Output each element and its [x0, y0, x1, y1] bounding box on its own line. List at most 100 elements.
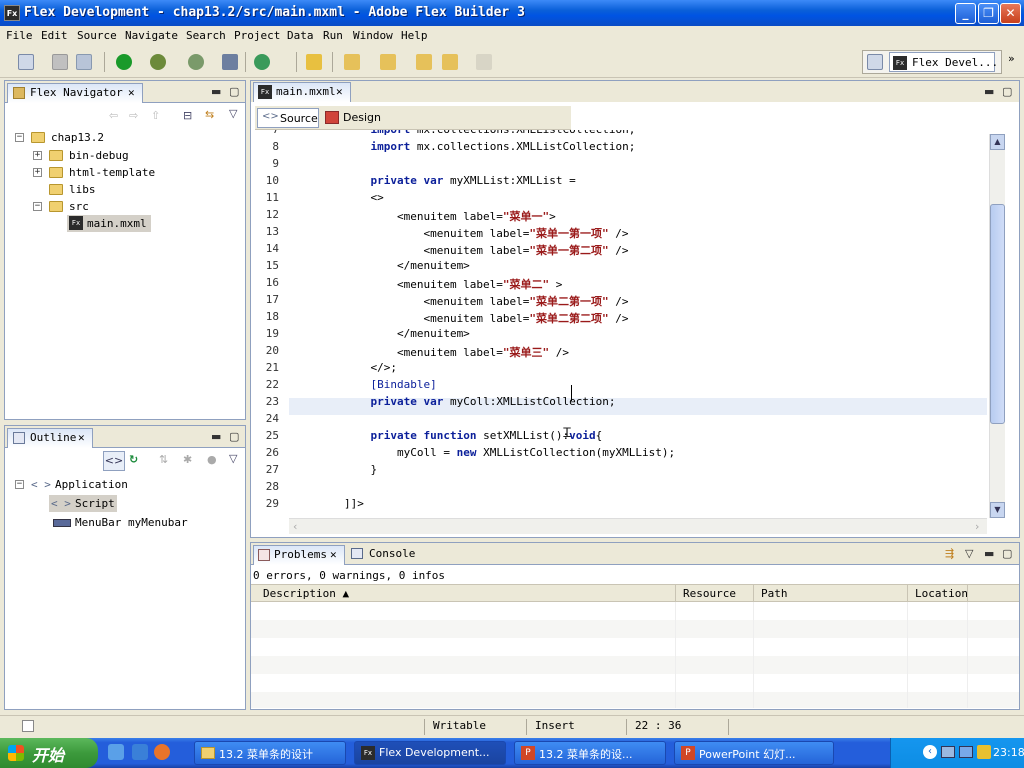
task-flex-development[interactable]: Fx Flex Development...: [354, 741, 506, 765]
code-line[interactable]: 27 }: [251, 462, 987, 479]
more-perspectives-icon[interactable]: »: [1008, 52, 1015, 65]
outline-item-application[interactable]: − < > Application: [5, 476, 245, 494]
close-tab-icon[interactable]: ✕: [336, 85, 343, 98]
menu-run[interactable]: Run: [323, 29, 343, 42]
back-icon[interactable]: [442, 54, 458, 70]
profile-icon[interactable]: [188, 54, 204, 70]
previous-annotation-icon[interactable]: [380, 54, 396, 70]
close-button[interactable]: ✕: [1000, 3, 1021, 24]
menu-source[interactable]: Source: [77, 29, 117, 42]
maximize-panel-icon[interactable]: ▢: [1002, 547, 1012, 560]
close-tab-icon[interactable]: ✕: [128, 86, 135, 99]
external-tools-icon[interactable]: [222, 54, 238, 70]
scroll-up-icon[interactable]: ▲: [990, 134, 1005, 150]
security-shield-icon[interactable]: [977, 745, 991, 759]
filter-problems-icon[interactable]: ⇶: [945, 547, 954, 560]
filter-icon[interactable]: ●: [207, 453, 217, 466]
perspective-flex-development[interactable]: Fx Flex Devel...: [889, 52, 998, 72]
maximize-panel-icon[interactable]: ▢: [229, 430, 239, 443]
code-line[interactable]: 28: [251, 479, 987, 496]
code-line[interactable]: 23 private var myColl:XMLListCollection;: [251, 394, 987, 411]
collapse-all-icon[interactable]: ⊟: [183, 109, 192, 122]
vertical-scrollbar[interactable]: ▲ ▼: [989, 134, 1005, 518]
collapse-icon[interactable]: −: [15, 480, 24, 489]
save-icon[interactable]: [52, 54, 68, 70]
restore-button[interactable]: ❐: [978, 3, 999, 24]
title-bar[interactable]: Fx Flex Development - chap13.2/src/main.…: [0, 0, 1024, 26]
code-line[interactable]: 21 </>;: [251, 360, 987, 377]
menu-help[interactable]: Help: [401, 29, 428, 42]
menu-data[interactable]: Data: [287, 29, 314, 42]
menu-edit[interactable]: Edit: [41, 29, 68, 42]
tree-item-libs[interactable]: libs: [5, 181, 245, 199]
code-line[interactable]: 12 <menuitem label="菜单一">: [251, 207, 987, 224]
up-nav-icon[interactable]: ⇧: [151, 109, 160, 122]
code-line[interactable]: 7 import mx.collections.XMLListCollectio…: [251, 130, 987, 139]
column-header-description[interactable]: Description ▲: [263, 587, 349, 600]
tab-console[interactable]: Console: [349, 547, 415, 560]
expand-icon[interactable]: +: [33, 168, 42, 177]
code-line[interactable]: 19 </menuitem>: [251, 326, 987, 343]
code-line[interactable]: 8 import mx.collections.XMLListCollectio…: [251, 139, 987, 156]
maximize-editor-icon[interactable]: ▢: [1002, 85, 1012, 98]
link-editor-icon[interactable]: ⇆: [205, 108, 214, 121]
tree-item-project[interactable]: − chap13.2: [5, 129, 245, 147]
next-annotation-icon[interactable]: [344, 54, 360, 70]
debug-icon[interactable]: [150, 54, 166, 70]
minimize-panel-icon[interactable]: ▬: [211, 430, 221, 443]
refresh-icon[interactable]: ↻: [129, 453, 138, 466]
task-powerpoint-doc[interactable]: P 13.2 菜单条的设...: [514, 741, 666, 765]
code-line[interactable]: 22 [Bindable]: [251, 377, 987, 394]
code-line[interactable]: 26 myColl = new XMLListCollection(myXMLL…: [251, 445, 987, 462]
code-editor[interactable]: 7 import mx.collections.XMLListCollectio…: [251, 130, 987, 518]
tab-problems[interactable]: Problems ✕: [253, 545, 345, 565]
marker-icon[interactable]: [306, 54, 322, 70]
collapse-icon[interactable]: −: [15, 133, 24, 142]
column-header-location[interactable]: Location: [915, 587, 968, 600]
code-line[interactable]: 11 <>: [251, 190, 987, 207]
network2-icon[interactable]: [959, 746, 973, 758]
menu-file[interactable]: File: [6, 29, 33, 42]
code-line[interactable]: 17 <menuitem label="菜单二第一项" />: [251, 292, 987, 309]
back-nav-icon[interactable]: ⇦: [109, 109, 118, 122]
close-tab-icon[interactable]: ✕: [78, 431, 85, 444]
minimize-panel-icon[interactable]: ▬: [211, 85, 221, 98]
clock[interactable]: 23:18: [993, 746, 1024, 759]
code-line[interactable]: 13 <menuitem label="菜单一第一项" />: [251, 224, 987, 241]
explorer-quicklaunch-icon[interactable]: [132, 744, 148, 760]
code-line[interactable]: 25 private function setXMLList():void{: [251, 428, 987, 445]
tab-main-mxml[interactable]: Fx main.mxml ✕: [253, 82, 351, 102]
outline-item-script[interactable]: < > Script: [49, 495, 117, 512]
run-icon[interactable]: [116, 54, 132, 70]
tab-outline[interactable]: Outline ✕: [7, 428, 93, 448]
sort-icon[interactable]: ⇅: [159, 453, 168, 466]
hide-icon[interactable]: ✱: [183, 453, 192, 466]
minimize-editor-icon[interactable]: ▬: [984, 85, 994, 98]
view-menu-icon[interactable]: ▽: [965, 547, 973, 560]
code-line[interactable]: 15 </menuitem>: [251, 258, 987, 275]
print-icon[interactable]: [76, 54, 92, 70]
tray-expand-icon[interactable]: ‹: [923, 745, 937, 759]
tree-item-main-mxml[interactable]: Fx main.mxml: [67, 215, 151, 232]
view-menu-icon[interactable]: ▽: [229, 452, 237, 465]
new-icon[interactable]: [18, 54, 34, 70]
firefox-icon[interactable]: [154, 744, 170, 760]
scroll-down-icon[interactable]: ▼: [990, 502, 1005, 518]
expand-icon[interactable]: +: [33, 151, 42, 160]
open-perspective-icon[interactable]: [867, 54, 883, 70]
task-powerpoint-slideshow[interactable]: P PowerPoint 幻灯...: [674, 741, 834, 765]
minimize-panel-icon[interactable]: ▬: [984, 547, 994, 560]
start-button[interactable]: 开始: [0, 738, 98, 768]
export-release-icon[interactable]: [254, 54, 270, 70]
design-mode-button[interactable]: Design: [321, 108, 383, 128]
code-line[interactable]: 18 <menuitem label="菜单二第二项" />: [251, 309, 987, 326]
horizontal-scrollbar[interactable]: ‹ ›: [289, 518, 987, 534]
menu-project[interactable]: Project: [234, 29, 280, 42]
code-line[interactable]: 24: [251, 411, 987, 428]
scroll-right-icon[interactable]: ›: [975, 520, 979, 533]
scroll-thumb[interactable]: [990, 204, 1005, 424]
source-mode-button[interactable]: <> Source: [257, 108, 319, 128]
show-source-icon[interactable]: <>: [103, 451, 125, 471]
outline-item-menubar[interactable]: MenuBar myMenubar: [5, 514, 245, 532]
code-line[interactable]: 16 <menuitem label="菜单二" >: [251, 275, 987, 292]
